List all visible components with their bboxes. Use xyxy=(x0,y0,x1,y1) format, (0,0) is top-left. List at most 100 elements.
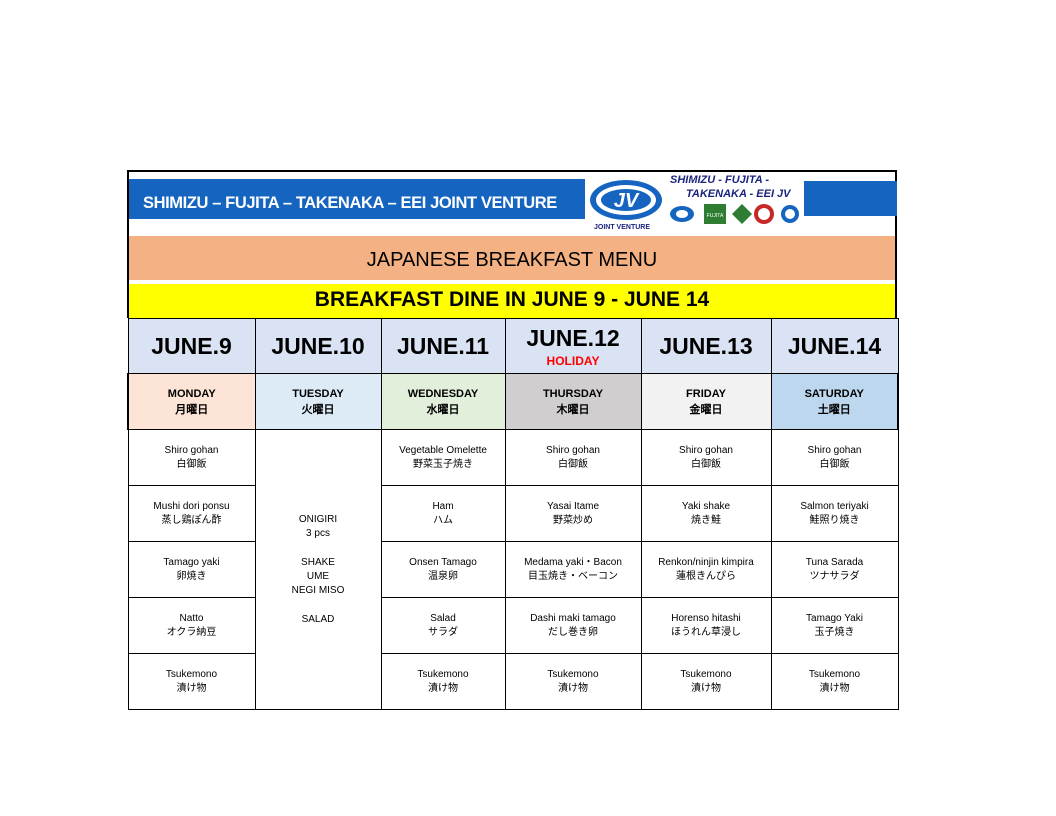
tuesday-onigiri-cell: ONIGIRI 3 pcs SHAKE UME NEGI MISO SALAD xyxy=(254,429,382,710)
item-name-en: Yaki shake xyxy=(681,500,731,512)
weekday-en: FRIDAY xyxy=(686,387,726,400)
item-name-en: Shiro gohan xyxy=(679,444,733,456)
item-name-en: Tsukemono xyxy=(165,668,218,680)
date-range-title: BREAKFAST DINE IN JUNE 9 - JUNE 14 xyxy=(314,288,710,311)
menu-item: Tsukemono 漬け物 xyxy=(504,653,642,710)
item-name-en: Tuna Sarada xyxy=(805,556,864,568)
weekday-cell: MONDAY 月曜日 xyxy=(127,373,256,430)
date-label: JUNE.12 xyxy=(526,324,620,351)
logo-text-line2: TAKENAKA - EEI JV xyxy=(686,188,791,200)
weekday-cell: FRIDAY 金曜日 xyxy=(640,373,772,430)
right-banner xyxy=(804,181,897,216)
menu-item: Medama yaki・Bacon 目玉焼き・ベーコン xyxy=(504,541,642,598)
item-name-en: Dashi maki tamago xyxy=(530,612,616,624)
menu-item: Yaki shake 焼き鮭 xyxy=(640,485,772,542)
menu-item: Yasai Itame 野菜炒め xyxy=(504,485,642,542)
menu-item: Salmon teriyaki 鮭照り焼き xyxy=(770,485,899,542)
weekday-cell: TUESDAY 火曜日 xyxy=(254,373,382,430)
item-name-en: Medama yaki・Bacon xyxy=(524,556,622,568)
item-name-en: Tsukemono xyxy=(680,668,732,680)
menu-item: Vegetable Omelette 野菜玉子焼き xyxy=(380,429,506,486)
item-name-en: Mushi dori ponsu xyxy=(153,500,230,512)
menu-item: Mushi dori ponsu 蒸し鶏ぽん酢 xyxy=(127,485,256,542)
menu-item: Horenso hitashi ほうれん草浸し xyxy=(640,597,772,654)
menu-item: Shiro gohan 白御飯 xyxy=(127,429,256,486)
onigiri-line: NEGI MISO xyxy=(291,584,345,596)
item-name-en: Shiro gohan xyxy=(807,444,862,456)
weekday-jp: 火曜日 xyxy=(301,403,335,416)
item-name-jp: 卵焼き xyxy=(176,570,207,582)
breakfast-menu-sheet: SHIMIZU – FUJITA – TAKENAKA – EEI JOINT … xyxy=(127,170,899,710)
item-name-jp: 焼き鮭 xyxy=(691,514,721,526)
onigiri-line: SHAKE xyxy=(301,556,335,568)
menu-item: Tsukemono 漬け物 xyxy=(770,653,899,710)
menu-item: Tsukemono 漬け物 xyxy=(640,653,772,710)
company-name: SHIMIZU – FUJITA – TAKENAKA – EEI JOINT … xyxy=(143,194,557,212)
item-name-en: Tsukemono xyxy=(547,668,599,680)
date-cell: JUNE.13 xyxy=(640,318,772,374)
joint-venture-label: JOINT VENTURE xyxy=(594,224,651,231)
date-header-row: JUNE.9 JUNE.10 JUNE.11 JUNE.12 HOLIDAY JU… xyxy=(127,318,899,374)
menu-item: Tsukemono 漬け物 xyxy=(380,653,506,710)
holiday-label: HOLIDAY xyxy=(546,353,600,368)
weekday-en: THURSDAY xyxy=(542,387,604,400)
item-name-jp: ほうれん草浸し xyxy=(671,626,741,638)
item-name-jp: ツナサラダ xyxy=(809,570,860,582)
date-label: JUNE.13 xyxy=(659,332,753,359)
onigiri-spacer xyxy=(256,541,381,556)
item-name-en: Tamago yaki xyxy=(163,556,220,568)
item-name-jp: オクラ納豆 xyxy=(166,626,217,638)
weekday-cell: THURSDAY 木曜日 xyxy=(504,373,642,430)
menu-item: Tamago yaki 卵焼き xyxy=(127,541,256,598)
menu-item: Onsen Tamago 温泉卵 xyxy=(380,541,506,598)
menu-row: Mushi dori ponsu 蒸し鶏ぽん酢 Ham ハム Yasai Itame… xyxy=(127,485,899,542)
menu-row: Tsukemono 漬け物 Tsukemono 漬け物 Tsukemono 漬け物 T… xyxy=(127,653,899,710)
item-name-en: Ham xyxy=(432,500,454,512)
item-name-jp: 白御飯 xyxy=(819,458,850,470)
logo-text-line1: SHIMIZU - FUJITA - xyxy=(670,174,769,186)
item-name-jp: 白御飯 xyxy=(558,458,588,470)
weekday-row: MONDAY 月曜日 TUESDAY 火曜日 WEDNESDAY 水曜日 THURSD… xyxy=(127,373,899,430)
menu-header: SHIMIZU – FUJITA – TAKENAKA – EEI JOINT … xyxy=(127,170,897,318)
item-name-jp: サラダ xyxy=(428,626,458,638)
menu-item: Tamago Yaki 玉子焼き xyxy=(770,597,899,654)
item-name-jp: 漬け物 xyxy=(691,682,721,694)
weekday-en: SATURDAY xyxy=(804,387,864,400)
item-name-jp: 蒸し鶏ぽん酢 xyxy=(161,514,222,526)
menu-title: JAPANESE BREAKFAST MENU xyxy=(366,249,658,271)
item-name-jp: 白御飯 xyxy=(691,458,721,470)
date-label: JUNE.9 xyxy=(151,332,232,359)
menu-row: Natto オクラ納豆 Salad サラダ Dashi maki tamago だし巻… xyxy=(127,597,899,654)
date-cell: JUNE.14 xyxy=(770,318,899,374)
item-name-jp: だし巻き卵 xyxy=(548,626,598,638)
weekday-en: TUESDAY xyxy=(292,387,344,400)
menu-item: Dashi maki tamago だし巻き卵 xyxy=(504,597,642,654)
item-name-en: Shiro gohan xyxy=(164,444,219,456)
item-name-jp: 野菜炒め xyxy=(553,514,593,526)
onigiri-line: SALAD xyxy=(301,613,335,625)
date-cell: JUNE.11 xyxy=(380,318,506,374)
item-name-en: Shiro gohan xyxy=(546,444,600,456)
item-name-en: Yasai Itame xyxy=(546,500,600,512)
menu-item: Salad サラダ xyxy=(380,597,506,654)
menu-row: Tamago yaki 卵焼き Onsen Tamago 温泉卵 Medama ya… xyxy=(127,541,899,598)
menu-row: Shiro gohan 白御飯 ONIGIRI 3 pcs SHAKE UME N… xyxy=(127,429,899,710)
weekday-jp: 木曜日 xyxy=(556,403,590,416)
item-name-jp: 目玉焼き・ベーコン xyxy=(528,570,618,582)
menu-item: Shiro gohan 白御飯 xyxy=(640,429,772,486)
item-name-jp: 鮭照り焼き xyxy=(809,514,860,526)
weekday-cell: WEDNESDAY 水曜日 xyxy=(380,373,506,430)
item-name-en: Salmon teriyaki xyxy=(800,500,869,512)
item-name-jp: 漬け物 xyxy=(176,682,207,694)
item-name-jp: 野菜玉子焼き xyxy=(413,458,473,470)
item-name-jp: 漬け物 xyxy=(428,682,458,694)
date-label: JUNE.11 xyxy=(396,332,490,359)
item-name-jp: 白御飯 xyxy=(176,458,207,470)
menu-item: Shiro gohan 白御飯 xyxy=(504,429,642,486)
weekday-jp: 土曜日 xyxy=(817,403,851,416)
menu-item: Ham ハム xyxy=(380,485,506,542)
item-name-en: Salad xyxy=(430,612,456,624)
item-name-en: Tsukemono xyxy=(417,668,469,680)
item-name-jp: 温泉卵 xyxy=(428,570,458,582)
weekday-jp: 月曜日 xyxy=(175,403,209,416)
